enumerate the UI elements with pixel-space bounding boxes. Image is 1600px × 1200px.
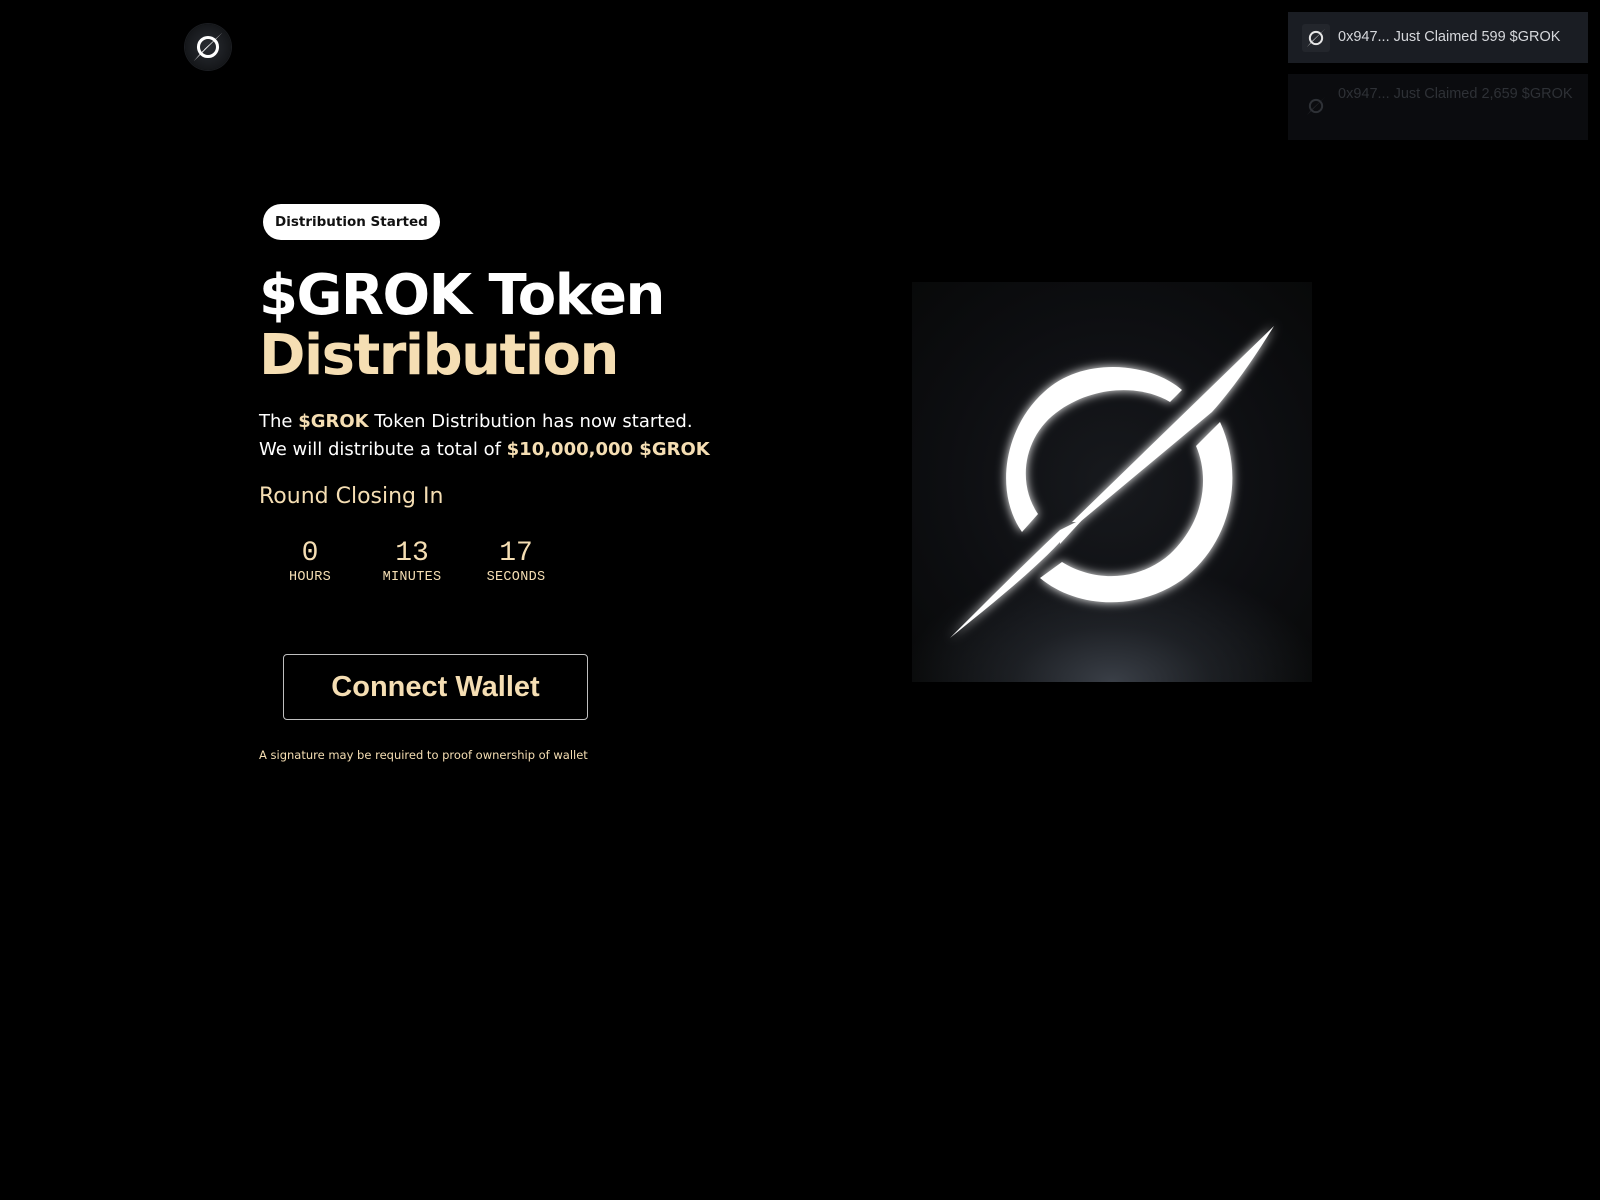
grok-logo-icon [1302,92,1330,120]
signature-note: A signature may be required to proof own… [259,748,588,762]
description-line-1: The $GROK Token Distribution has now sta… [259,408,710,436]
desc-text: We will distribute a total of [259,439,507,460]
desc-text: Token Distribution has now started. [368,411,693,432]
title-line-1: $GROK Token [259,263,665,328]
hero-image [912,282,1312,682]
hours-value: 0 [301,538,319,569]
minutes-value: 13 [395,538,429,569]
seconds-label: SECONDS [486,570,546,585]
toast-text: 0x947... Just Claimed 599 $GROK [1338,29,1561,45]
title-line-2: Distribution [259,323,619,388]
grok-logo-icon [193,32,223,62]
toast-text: 0x947... Just Claimed 2,659 $GROK [1338,86,1573,102]
seconds-value: 17 [499,538,533,569]
page: 0x947... Just Claimed 599 $GROK 0x947...… [0,0,1600,1200]
countdown-seconds: 17 SECONDS [482,538,550,586]
description: The $GROK Token Distribution has now sta… [259,408,710,464]
desc-text: The [259,411,299,432]
status-badge: Distribution Started [263,204,440,240]
claim-toast: 0x947... Just Claimed 599 $GROK [1288,12,1588,63]
hours-label: HOURS [288,570,331,585]
countdown-timer: 0 HOURS 13 MINUTES 17 SECONDS [278,538,550,586]
claim-toast: 0x947... Just Claimed 2,659 $GROK [1288,74,1588,140]
countdown-hours: 0 HOURS [278,538,342,586]
desc-amount: $10,000,000 $GROK [506,439,710,460]
page-title: $GROK Token Distribution [259,263,665,388]
desc-token: $GROK [298,411,369,432]
minutes-label: MINUTES [382,570,442,585]
grok-logo-icon [1302,23,1330,52]
description-line-2: We will distribute a total of $10,000,00… [259,436,710,464]
round-closing-label: Round Closing In [259,484,444,509]
connect-wallet-button[interactable]: Connect Wallet [283,654,588,720]
grok-logo-icon [950,326,1274,638]
countdown-minutes: 13 MINUTES [342,538,482,586]
top-logo[interactable] [185,24,231,70]
